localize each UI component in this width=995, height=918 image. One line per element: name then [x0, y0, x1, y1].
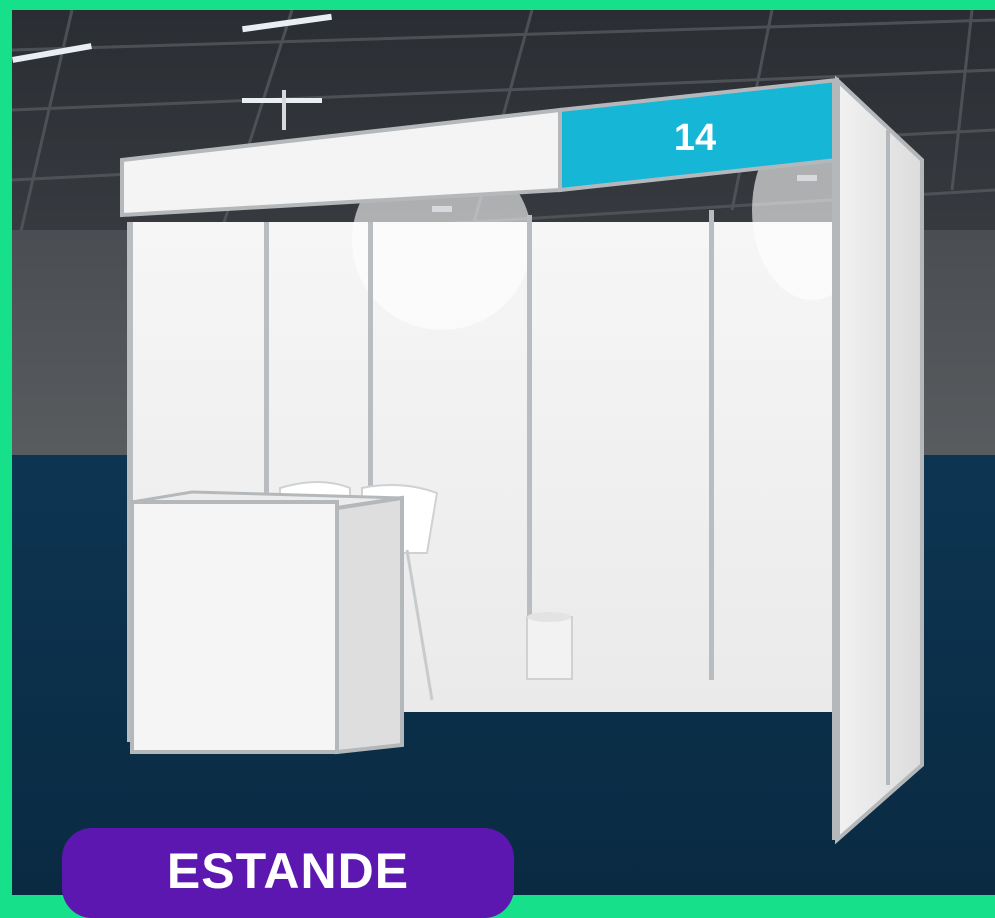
estande-badge: ESTANDE: [62, 828, 514, 918]
booth-illustration: 14: [12, 10, 995, 895]
booth-number: 14: [674, 117, 716, 159]
reception-counter: [130, 490, 404, 755]
booth-photo: 14: [12, 10, 995, 895]
badge-label: ESTANDE: [166, 843, 410, 899]
wastebasket: [526, 612, 573, 680]
frame-border: 14 ESTANDE: [0, 0, 995, 918]
booth-side-wall: [835, 75, 924, 845]
corner-post: [832, 80, 840, 840]
